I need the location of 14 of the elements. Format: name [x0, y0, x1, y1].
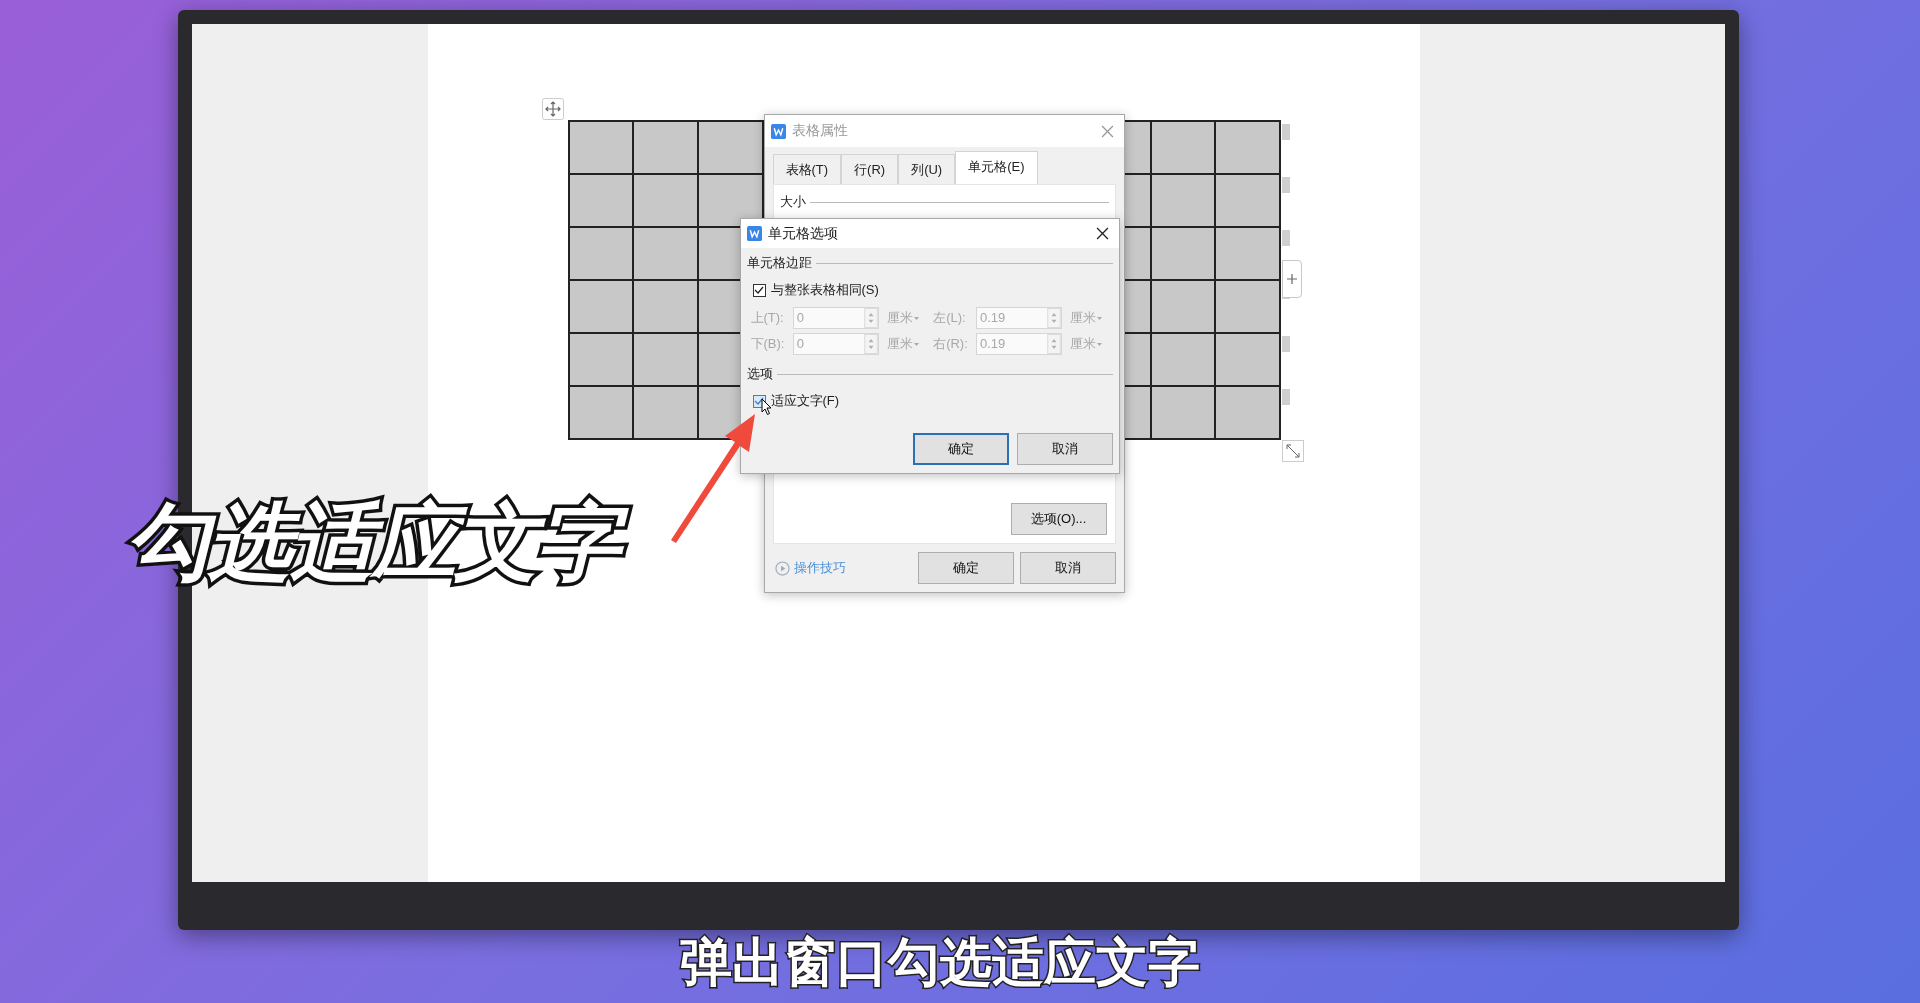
unit-label: 厘米: [1070, 335, 1097, 353]
unit-label: 厘米: [886, 309, 913, 327]
field-label: 上(T):: [750, 309, 785, 327]
subtitle-text: 弹出窗口勾选适应文字: [680, 932, 1200, 993]
dialog-title: 单元格选项: [767, 224, 838, 243]
field-label: 下(B):: [750, 335, 786, 353]
unit-label: 厘米: [886, 335, 913, 353]
dialog-title: 表格属性: [791, 122, 848, 140]
section-heading: 选项: [746, 365, 773, 383]
field-label: 左(L):: [933, 309, 967, 327]
section-heading: 单元格边距: [746, 254, 812, 272]
field-label: 右(R):: [933, 335, 969, 353]
unit-label: 厘米: [1070, 309, 1097, 327]
section-heading: 大小: [779, 193, 806, 211]
